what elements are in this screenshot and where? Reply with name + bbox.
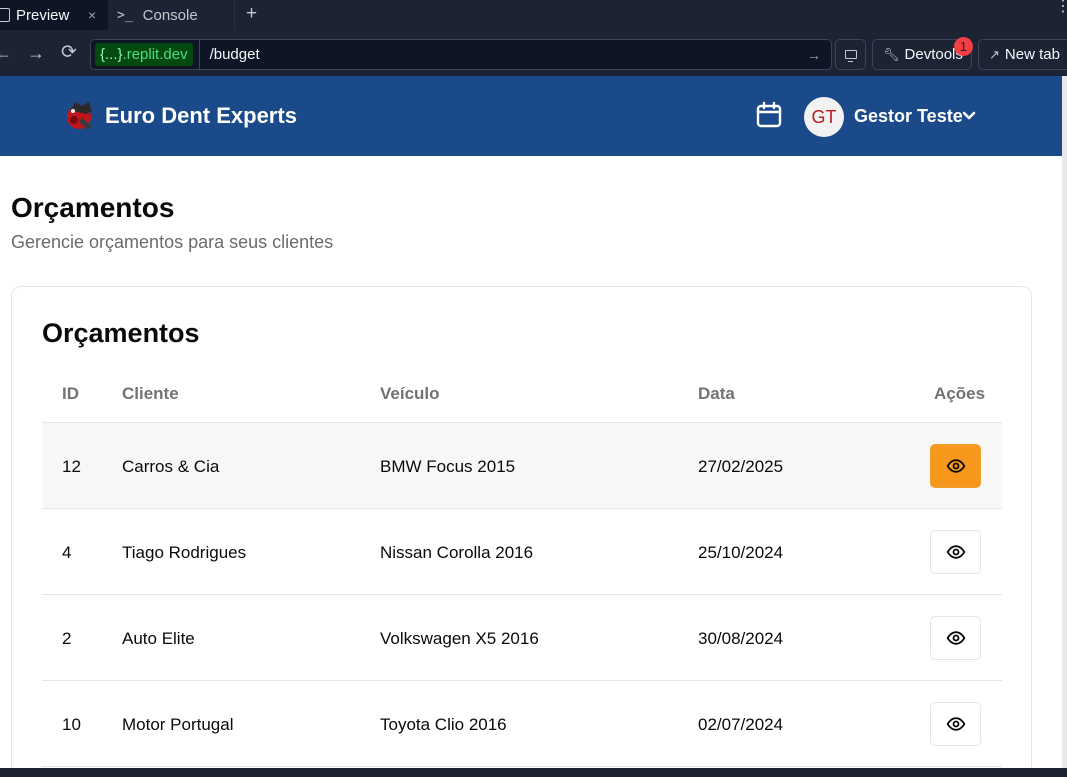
view-button[interactable] xyxy=(930,702,981,746)
app-viewport: Euro Dent Experts GT Gestor Teste Orçame… xyxy=(0,76,1062,768)
table-row[interactable]: 4 Tiago Rodrigues Nissan Corolla 2016 25… xyxy=(42,509,1002,595)
cell-cliente: Motor Portugal xyxy=(122,715,234,734)
screen-size-button[interactable] xyxy=(835,39,866,70)
cell-id: 10 xyxy=(62,715,81,734)
reload-icon[interactable]: ⟳ xyxy=(61,42,77,64)
eye-icon xyxy=(946,545,965,559)
cell-veiculo: Toyota Clio 2016 xyxy=(380,715,507,734)
column-header-cliente: Cliente xyxy=(122,384,179,403)
cell-data: 02/07/2024 xyxy=(698,715,784,734)
eye-icon xyxy=(946,717,965,731)
terminal-icon: >_ xyxy=(117,7,133,23)
cell-data: 25/10/2024 xyxy=(698,543,784,562)
column-header-veiculo: Veículo xyxy=(380,384,440,403)
chevron-down-icon[interactable] xyxy=(961,108,977,124)
calendar-icon[interactable] xyxy=(755,101,783,129)
table-row[interactable]: 10 Motor Portugal Toyota Clio 2016 02/07… xyxy=(42,681,1002,767)
page-title: Orçamentos xyxy=(11,192,175,223)
more-options-icon[interactable]: ⋮ xyxy=(1055,0,1067,15)
tab-console[interactable]: >_ Console xyxy=(108,0,235,30)
cell-veiculo: Nissan Corolla 2016 xyxy=(380,543,534,562)
cell-cliente: Tiago Rodrigues xyxy=(122,543,247,562)
url-separator xyxy=(198,40,200,69)
wrench-icon: 🔧︎ xyxy=(883,46,900,62)
cell-data: 30/08/2024 xyxy=(698,629,784,648)
table-row[interactable]: 2 Auto Elite Volkswagen X5 2016 30/08/20… xyxy=(42,595,1002,681)
view-button[interactable] xyxy=(930,444,981,488)
url-path[interactable]: /budget xyxy=(210,46,807,63)
cell-id: 2 xyxy=(62,629,72,648)
cell-veiculo: BMW Focus 2015 xyxy=(380,457,516,476)
table-header: ID Cliente Veículo Data Ações xyxy=(42,367,1002,423)
tab-preview[interactable]: Preview × xyxy=(0,0,108,30)
new-tab-button[interactable]: ↗ New tab xyxy=(978,39,1067,70)
budgets-table: ID Cliente Veículo Data Ações 12 Carros … xyxy=(42,367,1002,767)
user-name[interactable]: Gestor Teste xyxy=(854,106,963,127)
url-input[interactable]: {...} .replit.dev /budget → xyxy=(90,39,832,70)
forward-icon[interactable]: → xyxy=(27,42,45,64)
column-header-data: Data xyxy=(698,384,735,403)
cell-cliente: Carros & Cia xyxy=(122,457,220,476)
table-row[interactable]: 12 Carros & Cia BMW Focus 2015 27/02/202… xyxy=(42,423,1002,509)
add-tab-button[interactable]: + xyxy=(246,3,257,25)
brand-name[interactable]: Euro Dent Experts xyxy=(105,103,297,129)
budgets-card: Orçamentos ID Cliente Veículo Data Ações… xyxy=(11,286,1032,768)
url-domain: {...} .replit.dev xyxy=(95,43,193,66)
view-button[interactable] xyxy=(930,530,981,574)
view-button[interactable] xyxy=(930,616,981,660)
bottom-bar xyxy=(0,768,1067,777)
back-icon[interactable]: ← xyxy=(0,42,12,64)
card-title: Orçamentos xyxy=(42,318,200,348)
column-header-acoes: Ações xyxy=(934,384,986,403)
external-link-icon: ↗ xyxy=(989,46,1000,62)
tab-preview-label: Preview xyxy=(16,6,70,24)
page-subtitle: Gerencie orçamentos para seus clientes xyxy=(11,232,334,252)
scrollbar-gutter xyxy=(1062,76,1067,768)
browser-tab-bar: Preview × >_ Console + ⋮ xyxy=(0,0,1067,30)
close-icon[interactable]: × xyxy=(88,7,96,23)
cell-id: 4 xyxy=(62,543,72,562)
preview-icon xyxy=(0,8,10,22)
eye-icon xyxy=(946,631,965,645)
column-header-id: ID xyxy=(62,384,79,403)
cell-cliente: Auto Elite xyxy=(122,629,195,648)
address-bar: ← → ⟳ {...} .replit.dev /budget → 🔧︎ Devt… xyxy=(0,30,1067,76)
cell-veiculo: Volkswagen X5 2016 xyxy=(380,629,539,648)
devtools-badge: 1 xyxy=(954,37,973,56)
logo-icon xyxy=(67,102,92,130)
eye-icon xyxy=(946,459,965,473)
cell-data: 27/02/2025 xyxy=(698,457,784,476)
monitor-icon xyxy=(844,50,857,62)
avatar[interactable]: GT xyxy=(804,97,844,137)
go-arrow-icon[interactable]: → xyxy=(807,47,821,63)
tab-console-label: Console xyxy=(142,6,198,24)
cell-id: 12 xyxy=(62,457,81,476)
app-header: Euro Dent Experts GT Gestor Teste xyxy=(0,76,1062,156)
new-tab-label: New tab xyxy=(1004,46,1060,63)
